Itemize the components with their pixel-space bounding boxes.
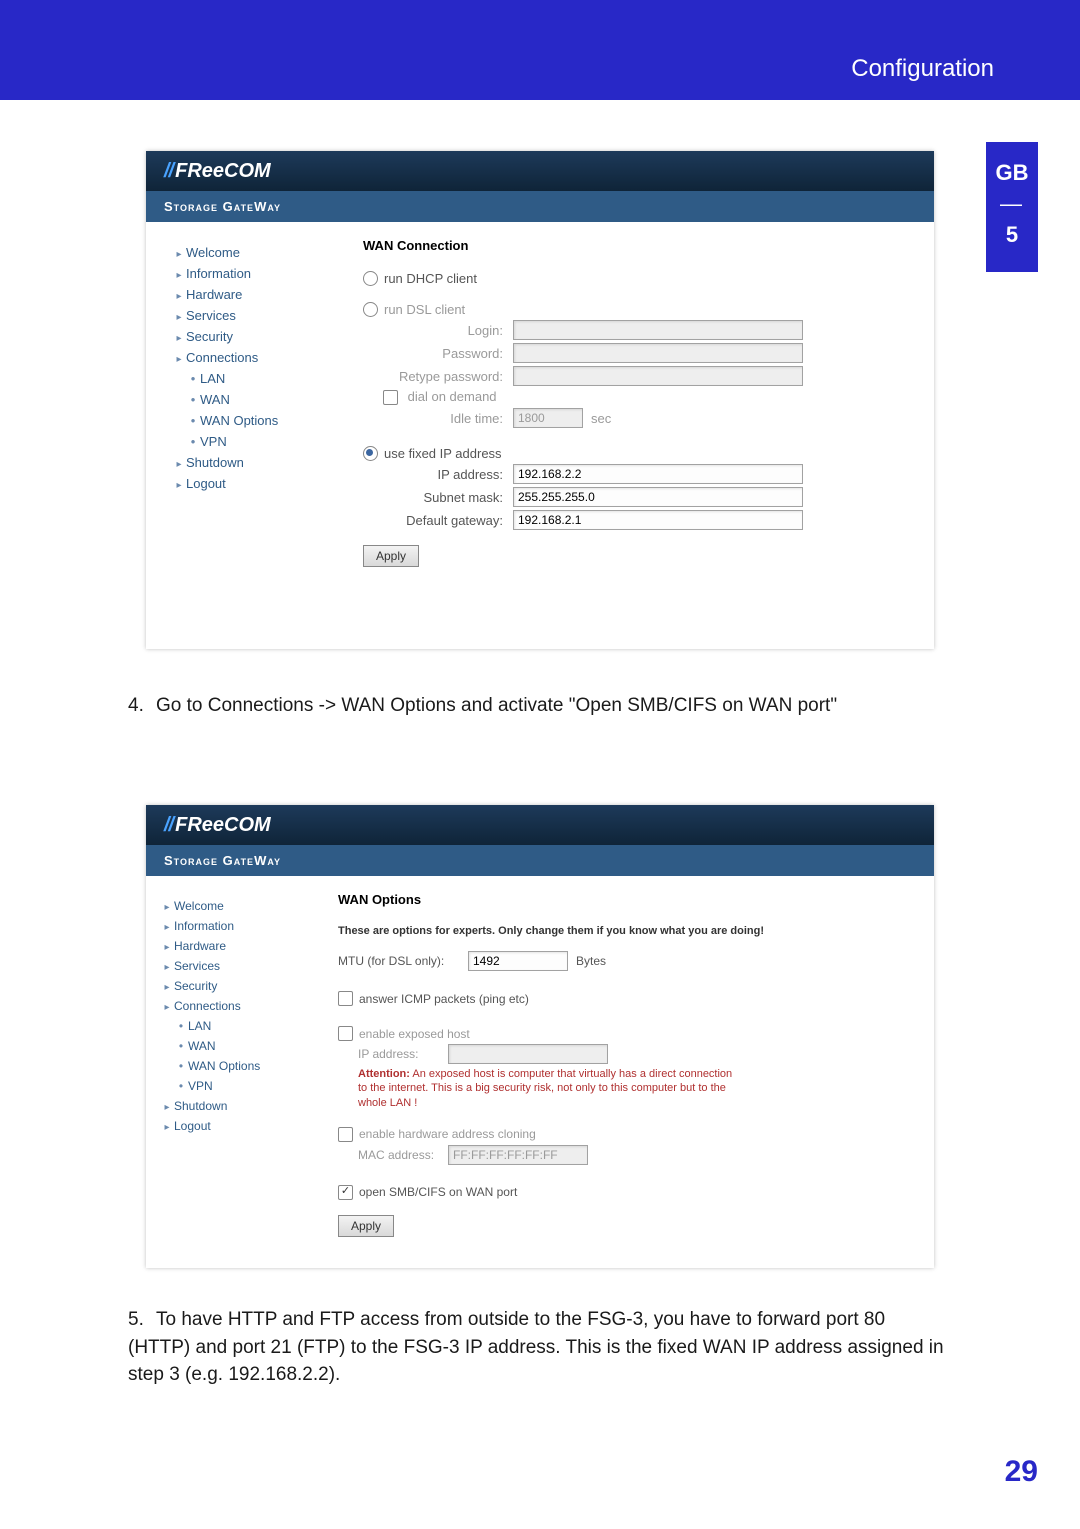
nav-lan[interactable]: LAN [146, 1016, 316, 1036]
page-title: Configuration [851, 55, 994, 83]
instruction-step-4: 4.Go to Connections -> WAN Options and a… [128, 692, 952, 720]
page-number: 29 [1005, 1455, 1038, 1489]
retype-input[interactable] [513, 366, 803, 386]
login-label: Login: [363, 323, 513, 338]
page-header: Configuration [0, 0, 1080, 100]
apply-button[interactable]: Apply [338, 1215, 394, 1237]
exposed-checkbox[interactable] [338, 1026, 353, 1041]
chapter-number: 5 [986, 220, 1038, 251]
screenshot-wan-options: // FReeCOM Storage GateWay Welcome Infor… [146, 805, 934, 1268]
radio-fixed-ip[interactable] [363, 446, 378, 461]
nav-shutdown[interactable]: Shutdown [146, 452, 341, 473]
smb-label: open SMB/CIFS on WAN port [359, 1185, 517, 1199]
radio-dhcp-label: run DHCP client [384, 271, 477, 286]
brand-bar: // FReeCOM [146, 805, 934, 845]
exposed-ip-input[interactable] [448, 1044, 608, 1064]
radio-dsl[interactable] [363, 302, 378, 317]
idle-input[interactable] [513, 408, 583, 428]
mtu-label: MTU (for DSL only): [338, 954, 468, 968]
nav-security[interactable]: Security [146, 976, 316, 996]
mask-label: Subnet mask: [363, 490, 513, 505]
nav-wan[interactable]: WAN [146, 1036, 316, 1056]
nav-vpn[interactable]: VPN [146, 1076, 316, 1096]
apply-button[interactable]: Apply [363, 545, 419, 567]
brand-bar: // FReeCOM [146, 151, 934, 191]
screenshot-wan-connection: // FReeCOM Storage GateWay Welcome Infor… [146, 151, 934, 649]
instruction-step-5: 5.To have HTTP and FTP access from outsi… [128, 1306, 952, 1389]
password-input[interactable] [513, 343, 803, 363]
exposed-label: enable exposed host [359, 1027, 470, 1041]
attention-label: Attention: [358, 1068, 410, 1080]
mask-input[interactable] [513, 487, 803, 507]
sidebar-nav: Welcome Information Hardware Services Se… [146, 876, 316, 1253]
nav-wan-options[interactable]: WAN Options [146, 410, 341, 431]
nav-security[interactable]: Security [146, 326, 341, 347]
section-tab: GB — 5 [986, 142, 1038, 272]
separator: — [986, 189, 1038, 220]
login-input[interactable] [513, 320, 803, 340]
step-text: To have HTTP and FTP access from outside… [128, 1309, 944, 1385]
ip-input[interactable] [513, 464, 803, 484]
nav-hardware[interactable]: Hardware [146, 284, 341, 305]
gw-label: Default gateway: [363, 513, 513, 528]
attention-text: An exposed host is computer that virtual… [358, 1068, 732, 1109]
sidebar-nav: Welcome Information Hardware Services Se… [146, 222, 341, 583]
clone-label: enable hardware address cloning [359, 1127, 536, 1141]
nav-information[interactable]: Information [146, 263, 341, 284]
nav-wan-options[interactable]: WAN Options [146, 1056, 316, 1076]
radio-dhcp[interactable] [363, 271, 378, 286]
nav-logout[interactable]: Logout [146, 1116, 316, 1136]
nav-welcome[interactable]: Welcome [146, 896, 316, 916]
nav-wan[interactable]: WAN [146, 389, 341, 410]
gw-input[interactable] [513, 510, 803, 530]
brand-name: FReeCOM [175, 814, 271, 837]
idle-unit: sec [591, 411, 611, 426]
radio-dsl-label: run DSL client [384, 302, 465, 317]
content-pane: WAN Options These are options for expert… [316, 876, 934, 1253]
smb-checkbox[interactable] [338, 1185, 353, 1200]
icmp-label: answer ICMP packets (ping etc) [359, 992, 529, 1006]
password-label: Password: [363, 346, 513, 361]
step-number: 5. [128, 1306, 156, 1334]
nav-services[interactable]: Services [146, 956, 316, 976]
exposed-ip-label: IP address: [358, 1047, 448, 1061]
content-pane: WAN Connection run DHCP client run DSL c… [341, 222, 934, 583]
exposed-note: Attention: An exposed host is computer t… [338, 1067, 738, 1110]
nav-vpn[interactable]: VPN [146, 431, 341, 452]
nav-hardware[interactable]: Hardware [146, 936, 316, 956]
mac-label: MAC address: [358, 1148, 448, 1162]
icmp-checkbox[interactable] [338, 991, 353, 1006]
dial-label: dial on demand [408, 389, 497, 404]
clone-checkbox[interactable] [338, 1127, 353, 1142]
mac-input[interactable] [448, 1145, 588, 1165]
brand-name: FReeCOM [175, 160, 271, 183]
radio-fixed-ip-label: use fixed IP address [384, 446, 502, 461]
brand-subtitle: Storage GateWay [146, 845, 934, 876]
mtu-input[interactable] [468, 951, 568, 971]
pane-title: WAN Options [338, 892, 912, 907]
nav-information[interactable]: Information [146, 916, 316, 936]
expert-warning: These are options for experts. Only chan… [338, 925, 912, 937]
mtu-unit: Bytes [576, 954, 606, 968]
nav-welcome[interactable]: Welcome [146, 242, 341, 263]
brand-subtitle: Storage GateWay [146, 191, 934, 222]
logo-slash-icon: // [164, 814, 173, 837]
ip-label: IP address: [363, 467, 513, 482]
nav-connections[interactable]: Connections [146, 996, 316, 1016]
nav-shutdown[interactable]: Shutdown [146, 1096, 316, 1116]
nav-logout[interactable]: Logout [146, 473, 341, 494]
step-text: Go to Connections -> WAN Options and act… [156, 695, 837, 716]
retype-label: Retype password: [363, 369, 513, 384]
nav-services[interactable]: Services [146, 305, 341, 326]
logo-slash-icon: // [164, 160, 173, 183]
dial-checkbox[interactable] [383, 390, 398, 405]
nav-lan[interactable]: LAN [146, 368, 341, 389]
idle-label: Idle time: [363, 411, 513, 426]
step-number: 4. [128, 692, 156, 720]
lang-code: GB [986, 158, 1038, 189]
nav-connections[interactable]: Connections [146, 347, 341, 368]
pane-title: WAN Connection [363, 238, 912, 253]
